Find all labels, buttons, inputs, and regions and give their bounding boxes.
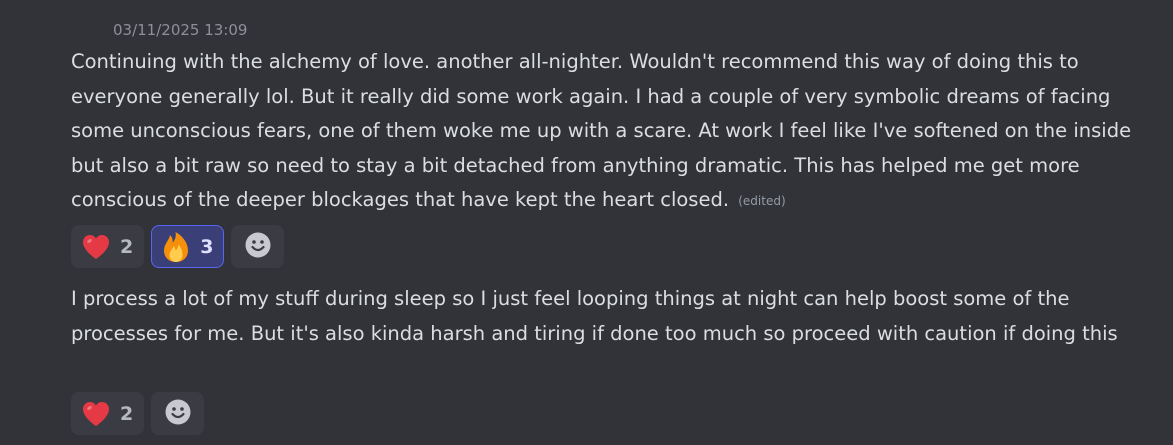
add-reaction-button[interactable] [151, 392, 205, 435]
add-reaction-button[interactable] [231, 225, 285, 268]
reaction-count: 2 [120, 402, 134, 425]
message-text: Continuing with the alchemy of love. ano… [71, 50, 1132, 211]
heart-emoji-icon [80, 398, 112, 430]
reaction-count: 3 [200, 235, 214, 258]
message-content: Continuing with the alchemy of love. ano… [71, 45, 1151, 219]
smiley-icon [164, 398, 192, 430]
reactions-bar: 2 3 [71, 225, 285, 268]
reaction-count: 2 [120, 235, 134, 258]
smiley-icon [244, 231, 272, 263]
fire-emoji-icon [160, 231, 192, 263]
message-content: I process a lot of my stuff during sleep… [71, 282, 1151, 351]
reaction-heart[interactable]: 2 [71, 225, 145, 268]
reaction-fire[interactable]: 3 [151, 225, 225, 268]
message-timestamp: 03/11/2025 13:09 [113, 21, 248, 39]
edited-label: (edited) [738, 194, 786, 208]
reaction-heart[interactable]: 2 [71, 392, 145, 435]
message-text: I process a lot of my stuff during sleep… [71, 287, 1118, 345]
chat-messages: 03/11/2025 13:09 Continuing with the alc… [0, 0, 1173, 445]
reactions-bar: 2 [71, 392, 205, 435]
heart-emoji-icon [80, 231, 112, 263]
